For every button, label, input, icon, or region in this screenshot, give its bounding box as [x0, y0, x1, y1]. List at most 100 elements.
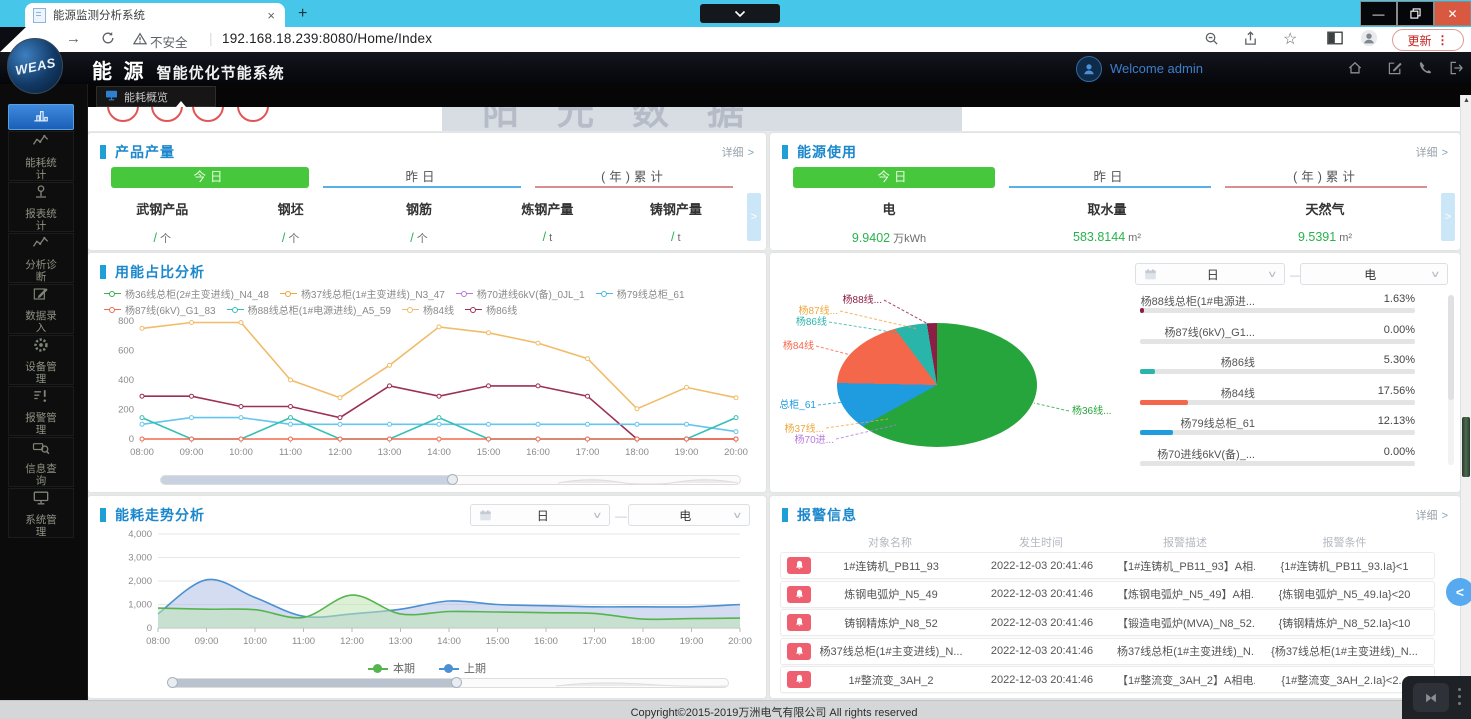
trend-datazoom-slider[interactable]: [170, 678, 729, 688]
page-scrollbar[interactable]: ▲: [1460, 95, 1471, 700]
slider-handle[interactable]: [167, 677, 178, 688]
security-label[interactable]: 不安全: [150, 32, 188, 51]
side-panel-icon[interactable]: [1327, 31, 1343, 50]
svg-text:总柜_61: 总柜_61: [779, 398, 816, 411]
period-dropdown[interactable]: 日 ∨: [470, 504, 610, 526]
window-minimize-button[interactable]: —: [1360, 1, 1397, 26]
metric-value: 583.8144m²: [998, 230, 1216, 244]
update-button[interactable]: 更新 ⋮: [1392, 29, 1464, 51]
chevron-right-icon: [1438, 510, 1448, 522]
svg-text:08:00: 08:00: [130, 447, 154, 458]
window-close-button[interactable]: ✕: [1434, 1, 1471, 26]
edit-icon[interactable]: [1387, 60, 1404, 77]
metric-name: 炼钢产量: [483, 199, 611, 218]
alarm-row[interactable]: 铸钢精炼炉_N8_522022-12-03 20:41:46【锻造电弧炉(MVA…: [780, 609, 1435, 636]
alarm-row[interactable]: 1#整流变_3AH_22022-12-03 20:41:46【1#整流变_3AH…: [780, 666, 1435, 693]
sidebar-item-alarm-mgmt[interactable]: 报警管理: [8, 386, 74, 436]
warning-icon[interactable]: [133, 32, 147, 50]
title-bullet: [100, 508, 106, 522]
sidebar-item-label: 数据录入: [25, 311, 57, 334]
legend-item[interactable]: 杨79线总柜_61: [596, 286, 685, 301]
period-tab[interactable]: (年)累计: [535, 167, 733, 188]
ratio-item-bar: [1140, 369, 1155, 374]
alarm-detail-link[interactable]: 详细: [1416, 507, 1448, 523]
forward-button[interactable]: →: [66, 30, 81, 47]
sidebar-item-device-mgmt[interactable]: 设备管理: [8, 335, 74, 385]
sidebar-item-info-query[interactable]: 信息查询: [8, 437, 74, 487]
tab-energy-overview[interactable]: 能耗概览: [96, 86, 216, 107]
browser-tab[interactable]: 能源监测分析系统 ×: [25, 3, 285, 27]
energy-detail-link[interactable]: 详细: [1416, 144, 1448, 160]
sidebar-item-label: 系统管理: [25, 515, 57, 538]
svg-text:10:00: 10:00: [243, 636, 267, 647]
logout-icon[interactable]: [1448, 60, 1465, 77]
sidebar-item-data-entry[interactable]: 数据录入: [8, 284, 74, 334]
reload-button[interactable]: [101, 31, 115, 50]
alarm-time: 2022-12-03 20:41:46: [967, 645, 1117, 657]
alarm-bell-icon: [787, 586, 811, 603]
sidebar-item-system-mgmt[interactable]: 系统管理: [8, 488, 74, 538]
alarm-row[interactable]: 杨37线总柜(1#主变进线)_N...2022-12-03 20:41:46杨3…: [780, 638, 1435, 665]
legend-item[interactable]: 杨70进线6kV(备)_0JL_1: [456, 286, 585, 301]
alarm-row[interactable]: 1#连铸机_PB11_932022-12-03 20:41:46【1#连铸机_P…: [780, 552, 1435, 579]
alarm-info-panel: 报警信息 详细 对象名称发生时间报警描述报警条件 1#连铸机_PB11_9320…: [770, 496, 1460, 698]
tab-close-icon[interactable]: ×: [265, 8, 277, 23]
period-tab[interactable]: 昨日: [1009, 167, 1211, 188]
home-icon[interactable]: [1347, 60, 1364, 77]
window-controls: — ✕: [1360, 0, 1471, 26]
sidebar-item-analysis[interactable]: 分析诊断: [8, 233, 74, 283]
media-menu-dots[interactable]: [1458, 688, 1461, 709]
address-bar[interactable]: 192.168.18.239:8080/Home/Index: [222, 31, 432, 46]
period-tab[interactable]: 今日: [111, 167, 309, 188]
share-icon[interactable]: [1243, 31, 1258, 51]
list-scrollbar[interactable]: [1448, 295, 1454, 465]
period-dropdown[interactable]: 日 ∨: [1135, 263, 1285, 285]
profile-icon[interactable]: [1360, 29, 1378, 52]
window-restore-button[interactable]: [1397, 1, 1434, 26]
slider-handle[interactable]: [451, 677, 462, 688]
product-columns: 武钢产品/个钢坯/个钢筋/个炼钢产量/t铸钢产量/t: [98, 199, 740, 246]
new-tab-button[interactable]: +: [298, 4, 307, 24]
legend-item[interactable]: 杨36线总柜(2#主变进线)_N4_48: [104, 286, 269, 301]
bookmark-star-icon[interactable]: ☆: [1283, 29, 1297, 49]
titlebar-dropdown-button[interactable]: [700, 4, 780, 23]
alarm-object: 1#连铸机_PB11_93: [815, 558, 967, 574]
scrollbar-thumb[interactable]: [1462, 417, 1470, 477]
sidebar-item-report-stats[interactable]: 报表统计: [8, 182, 74, 232]
period-tab[interactable]: (年)累计: [1225, 167, 1427, 188]
energy-next-button[interactable]: >: [1441, 193, 1455, 241]
product-next-button[interactable]: >: [747, 193, 761, 241]
alarm-bell-icon: [787, 557, 811, 574]
svg-text:11:00: 11:00: [279, 447, 302, 458]
product-detail-link[interactable]: 详细: [722, 144, 754, 160]
sidebar-item-home[interactable]: [8, 104, 74, 130]
trend-legend: 本期 上期: [88, 660, 766, 676]
ratio-item-track: [1140, 369, 1415, 374]
phone-icon[interactable]: [1418, 60, 1435, 77]
slider-handle[interactable]: [447, 474, 458, 485]
trend-legend-item[interactable]: 上期: [439, 660, 486, 676]
calendar-icon: [1144, 268, 1157, 281]
zoom-icon[interactable]: [1204, 31, 1219, 51]
energy-type-dropdown[interactable]: 电 ∨: [628, 504, 750, 526]
alarm-row[interactable]: 炼钢电弧炉_N5_492022-12-03 20:41:46【炼钢电弧炉_N5_…: [780, 581, 1435, 608]
media-skip-button[interactable]: [1413, 683, 1449, 712]
energy-use-panel: 能源使用 详细 今日昨日(年)累计 电9.9402万kWh取水量583.8144…: [770, 133, 1460, 250]
energy-type-value: 电: [1309, 266, 1432, 283]
period-tab[interactable]: 昨日: [323, 167, 521, 188]
legend-item[interactable]: 杨37线总柜(1#主变进线)_N3_47: [280, 286, 445, 301]
ratio-datazoom-slider[interactable]: [160, 475, 741, 485]
legend-marker-icon: [402, 306, 419, 313]
sidebar-item-energy-stats[interactable]: 能耗统计: [8, 131, 74, 181]
trend-legend-item[interactable]: 本期: [368, 660, 415, 676]
alarm-condition: {铸钢精炼炉_N8_52.Ia}<10: [1255, 615, 1434, 631]
dropdown-dash: —: [615, 509, 627, 523]
svg-text:14:00: 14:00: [437, 636, 461, 647]
metric-name: 铸钢产量: [612, 199, 740, 218]
collapse-float-button[interactable]: <: [1446, 578, 1471, 606]
nav-tab-bar: [0, 84, 1471, 107]
energy-type-dropdown[interactable]: 电 ∨: [1300, 263, 1448, 285]
user-avatar[interactable]: [1076, 56, 1102, 82]
period-tab[interactable]: 今日: [793, 167, 995, 188]
scroll-up-icon[interactable]: ▲: [1461, 97, 1471, 104]
